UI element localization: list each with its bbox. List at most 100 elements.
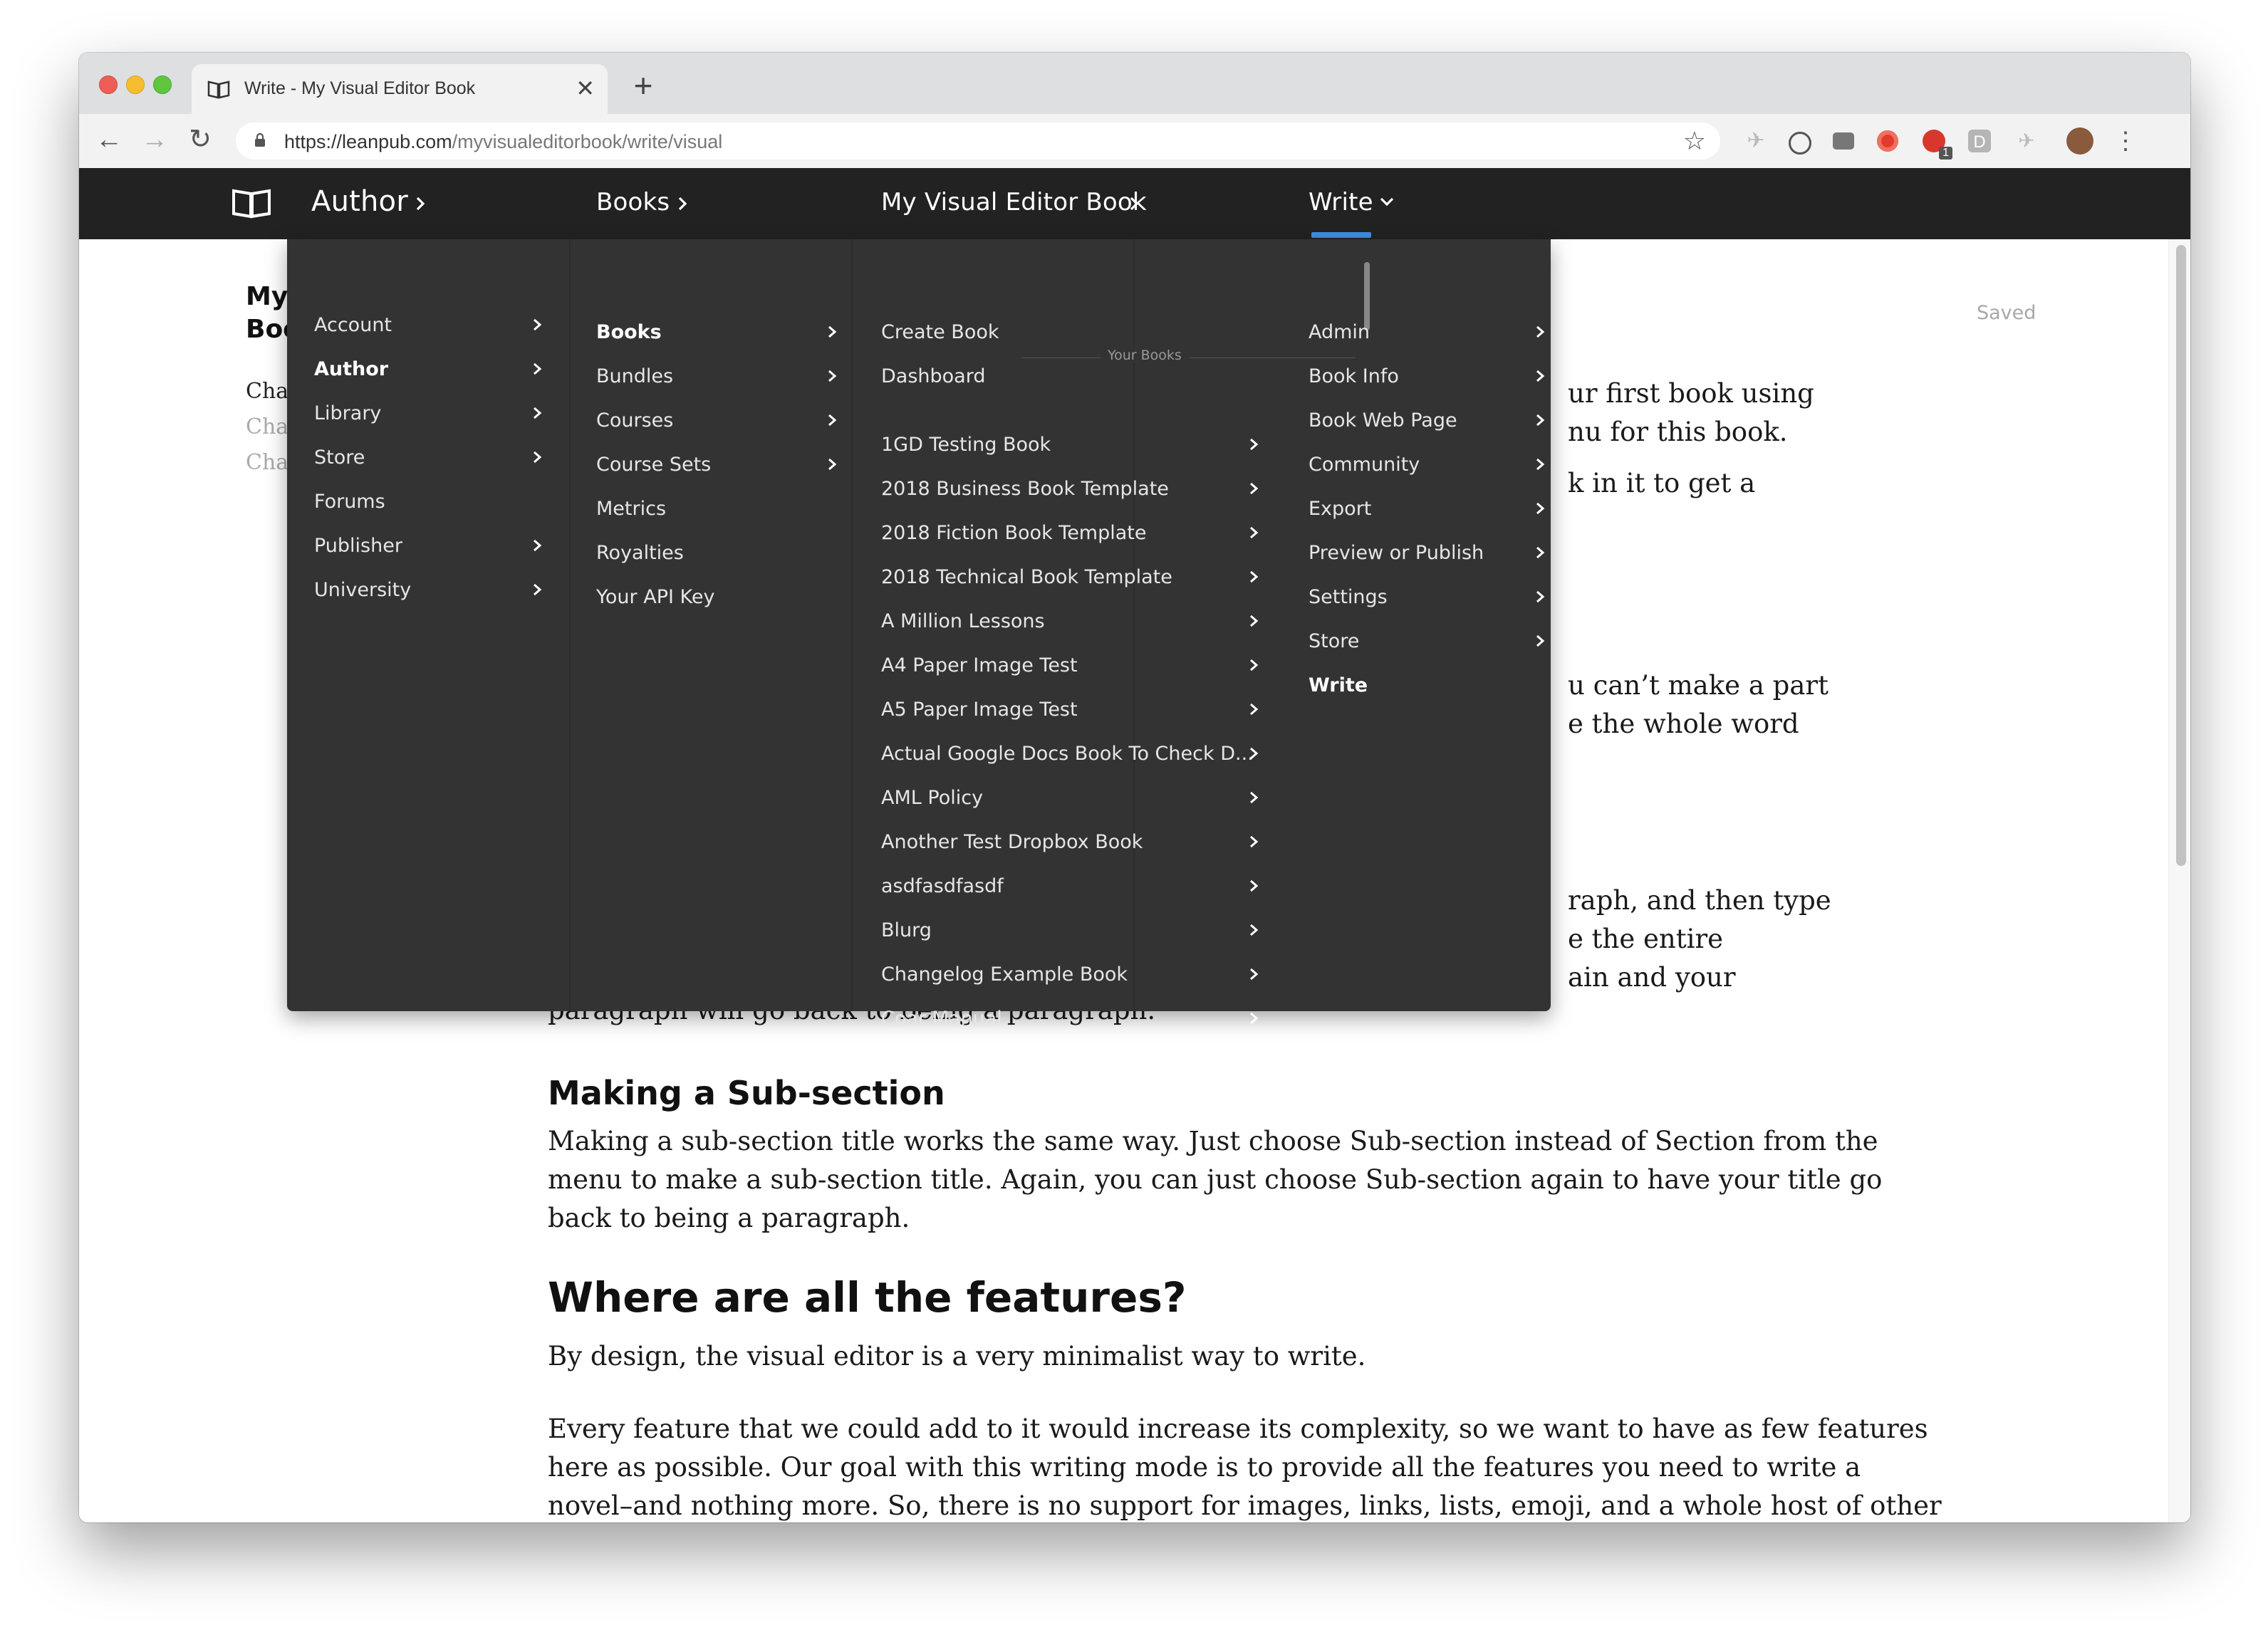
menu-item-metrics[interactable]: Metrics: [596, 497, 666, 521]
bookmark-star-icon[interactable]: ☆: [1683, 127, 1706, 155]
chevron-right-icon: [1536, 590, 1545, 603]
menu-item-community[interactable]: Community: [1309, 453, 1420, 477]
pin-extension-icon[interactable]: ✈: [1743, 128, 1769, 154]
chevron-right-icon: [1250, 570, 1259, 583]
menu-item-book[interactable]: 2018 Business Book Template: [881, 477, 1169, 501]
paragraph-line[interactable]: back to being a paragraph.: [548, 1199, 1887, 1238]
menu-item-preview-publish[interactable]: Preview or Publish: [1309, 541, 1484, 565]
paragraph-fragment[interactable]: nu for this book.: [1568, 413, 1788, 451]
paragraph-line[interactable]: novel–and nothing more. So, there is no …: [548, 1487, 1942, 1522]
menu-item-author[interactable]: Author: [314, 357, 388, 382]
menu-item-book[interactable]: 1GD Testing Book: [881, 433, 1051, 457]
close-tab-icon[interactable]: ✕: [576, 74, 595, 103]
your-books-label: Your Books: [1101, 348, 1189, 363]
leanpub-book-logo-icon[interactable]: [232, 185, 271, 219]
menu-item-books[interactable]: Books: [596, 320, 662, 345]
breadcrumb-write[interactable]: Write: [1309, 188, 1373, 216]
url-host: https://leanpub.com: [284, 131, 452, 152]
menu-item-store[interactable]: Store: [314, 446, 365, 470]
menu-item-export[interactable]: Export: [1309, 497, 1371, 521]
chevron-right-icon: [1250, 482, 1259, 495]
menu-item-settings[interactable]: Settings: [1309, 585, 1388, 610]
new-tab-button[interactable]: +: [622, 69, 665, 102]
menu-item-book-web-page[interactable]: Book Web Page: [1309, 409, 1457, 433]
breadcrumb-book[interactable]: My Visual Editor Book: [881, 188, 1147, 216]
chevron-right-icon: [1536, 502, 1545, 515]
paragraph-fragment[interactable]: e the whole word: [1568, 705, 1799, 743]
menu-item-bundles[interactable]: Bundles: [596, 365, 673, 389]
chevron-right-icon: [534, 451, 542, 464]
reload-icon[interactable]: ↻: [184, 124, 216, 155]
paragraph-line[interactable]: Making a sub-section title works the sam…: [548, 1122, 1887, 1161]
menu-item-book[interactable]: Another Test Dropbox Book: [881, 830, 1143, 855]
menu-item-dashboard[interactable]: Dashboard: [881, 365, 985, 389]
page-scrollbar-thumb[interactable]: [2176, 245, 2186, 866]
chevron-right-icon: [678, 197, 687, 211]
d-extension-icon[interactable]: D: [1968, 130, 1991, 152]
breadcrumb-author[interactable]: Author: [311, 185, 408, 218]
plane-extension-icon[interactable]: ✈: [2014, 128, 2039, 154]
chevron-right-icon: [1536, 414, 1545, 427]
menu-item-book[interactable]: A4 Paper Image Test: [881, 654, 1078, 678]
menu-item-book[interactable]: Blurg: [881, 919, 932, 943]
paragraph-fragment[interactable]: ur first book using: [1568, 375, 1814, 413]
menu-item-publisher[interactable]: Publisher: [314, 534, 402, 558]
breadcrumb-books[interactable]: Books: [596, 188, 670, 216]
paragraph-fragment[interactable]: e the entire: [1568, 920, 1723, 958]
menu-item-forums[interactable]: Forums: [314, 490, 385, 514]
subsection-heading[interactable]: Making a Sub-section: [548, 1074, 945, 1112]
menu-item-book-info[interactable]: Book Info: [1309, 365, 1399, 389]
paragraph-line[interactable]: here as possible. Our goal with this wri…: [548, 1448, 1887, 1487]
menu-item-book[interactable]: Coar Manual: [881, 1007, 1002, 1031]
browser-tab[interactable]: Write - My Visual Editor Book ✕: [192, 64, 608, 114]
menu-item-api-key[interactable]: Your API Key: [596, 585, 714, 610]
paragraph-line[interactable]: Every feature that we could add to it wo…: [548, 1410, 1928, 1448]
menu-item-courses[interactable]: Courses: [596, 409, 673, 433]
paragraph-fragment[interactable]: ain and your: [1568, 958, 1736, 997]
paragraph-fragment[interactable]: u can’t make a part: [1568, 667, 1829, 705]
record-extension-icon[interactable]: [1877, 130, 1898, 152]
menu-item-university[interactable]: University: [314, 578, 411, 602]
chevron-right-icon: [1250, 968, 1259, 981]
red-extension-icon[interactable]: 1: [1923, 130, 1952, 160]
paragraph-line[interactable]: By design, the visual editor is a very m…: [548, 1337, 1887, 1376]
menu-item-book[interactable]: 2018 Fiction Book Template: [881, 521, 1147, 545]
menu-item-book[interactable]: asdfasdfasdf: [881, 874, 1004, 899]
menu-item-library[interactable]: Library: [314, 402, 381, 426]
menu-item-book[interactable]: A Million Lessons: [881, 610, 1045, 634]
menu-item-account[interactable]: Account: [314, 313, 392, 338]
chevron-right-icon: [1536, 634, 1545, 647]
minimize-window-button[interactable]: [126, 75, 145, 94]
paragraph-fragment[interactable]: raph, and then type: [1568, 882, 1831, 920]
info-extension-icon[interactable]: [1789, 132, 1811, 155]
chevron-right-icon: [534, 539, 542, 552]
menu-item-book[interactable]: A5 Paper Image Test: [881, 698, 1078, 722]
paragraph-line[interactable]: menu to make a sub-section title. Again,…: [548, 1161, 1887, 1199]
chevron-right-icon: [1250, 747, 1259, 760]
menu-item-book[interactable]: Actual Google Docs Book To Check D...: [881, 742, 1254, 766]
forward-icon[interactable]: →: [139, 124, 170, 155]
menu-item-admin[interactable]: Admin: [1309, 320, 1370, 345]
menu-item-create-book[interactable]: Create Book: [881, 320, 999, 345]
menu-item-book[interactable]: Changelog Example Book: [881, 963, 1128, 987]
browser-menu-icon[interactable]: ⋮: [2113, 128, 2138, 154]
back-icon[interactable]: ←: [93, 124, 125, 155]
menu-item-book[interactable]: AML Policy: [881, 786, 983, 810]
menu-column-divider: [851, 239, 853, 1011]
chevron-right-icon: [828, 414, 837, 427]
chevron-right-icon: [1250, 526, 1259, 539]
menu-item-store[interactable]: Store: [1309, 629, 1359, 654]
camera-extension-icon[interactable]: [1833, 132, 1854, 150]
menu-item-write[interactable]: Write: [1309, 674, 1368, 698]
close-window-button[interactable]: [99, 75, 118, 94]
address-bar[interactable]: https://leanpub.com/myvisualeditorbook/w…: [236, 122, 1720, 160]
zoom-window-button[interactable]: [153, 75, 172, 94]
leanpub-nav-bar: Author Books My Visual Editor Book Write: [79, 168, 2190, 239]
section-heading[interactable]: Where are all the features?: [548, 1273, 1186, 1322]
menu-item-book[interactable]: 2018 Technical Book Template: [881, 565, 1172, 590]
chevron-right-icon: [1250, 879, 1259, 892]
menu-item-royalties[interactable]: Royalties: [596, 541, 684, 565]
paragraph-fragment[interactable]: k in it to get a: [1568, 464, 1755, 503]
menu-item-course-sets[interactable]: Course Sets: [596, 453, 711, 477]
profile-avatar[interactable]: [2066, 127, 2093, 155]
